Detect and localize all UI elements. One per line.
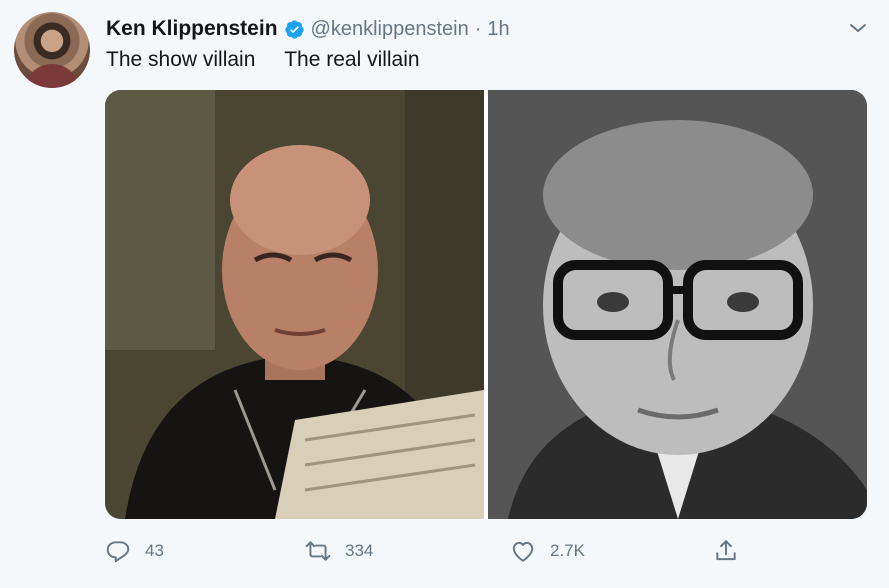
tweet-text: The show villain The real villain [106,48,420,71]
heart-icon [512,541,534,562]
tweet-timestamp[interactable]: 1h [487,18,509,41]
separator-dot: · [474,17,482,40]
author-avatar[interactable] [14,12,90,88]
chevron-down-icon[interactable] [846,16,870,40]
retweet-button[interactable]: 334 [305,536,373,566]
verified-icon [284,19,304,39]
avatar-shirt [24,64,80,88]
tweet-actions: 43 334 2.7K [105,536,745,566]
brando-illustration [105,90,484,519]
share-button[interactable] [713,536,753,566]
like-count: 2.7K [550,541,585,560]
retweet-icon [305,541,331,561]
kissinger-illustration [488,90,867,519]
reply-count: 43 [145,541,164,560]
retweet-count: 334 [345,541,374,560]
reply-icon [106,541,130,563]
author-name[interactable]: Ken Klippenstein [106,17,278,41]
tweet-header: Ken Klippenstein @kenklippenstein · 1h [106,14,510,44]
like-button[interactable]: 2.7K [510,536,585,566]
kissinger-portrait-photo[interactable] [488,90,867,519]
reply-button[interactable]: 43 [105,536,164,566]
brando-villain-photo[interactable] [105,90,484,519]
tweet-media[interactable] [105,90,867,519]
author-handle[interactable]: @kenklippenstein [311,18,469,41]
share-icon [716,540,736,561]
